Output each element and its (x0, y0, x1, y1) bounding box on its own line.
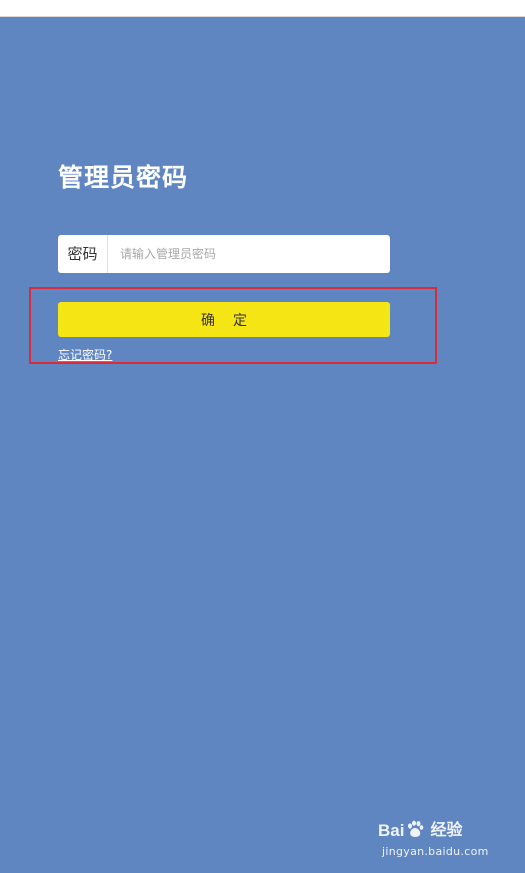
watermark-brand-left: Bai (378, 821, 405, 840)
page-title: 管理员密码 (58, 163, 189, 192)
login-panel (0, 17, 525, 873)
password-field-group: 密码 (58, 235, 390, 273)
password-label: 密码 (58, 235, 108, 273)
watermark-url: jingyan.baidu.com (382, 845, 489, 858)
password-input[interactable] (108, 235, 390, 273)
top-strip (0, 0, 525, 17)
watermark-brand-right: 经验 (430, 822, 463, 839)
baidu-watermark: Bai 经验 jingyan.baidu.com (378, 820, 489, 858)
confirm-button[interactable]: 确定 (58, 302, 390, 337)
baidu-paw-icon (406, 820, 424, 842)
forgot-password-link[interactable]: 忘记密码? (58, 347, 112, 363)
